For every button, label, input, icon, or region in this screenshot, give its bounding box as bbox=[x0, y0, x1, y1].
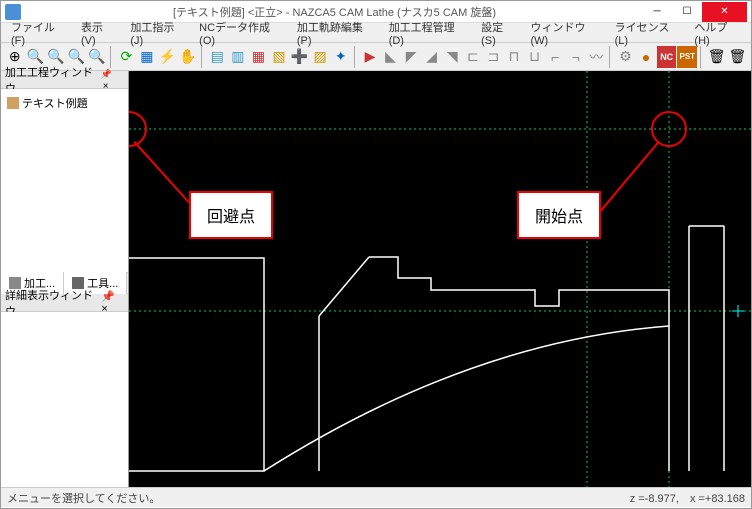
layer6-icon[interactable]: ▨ bbox=[310, 46, 330, 68]
tree-root-item[interactable]: テキスト例題 bbox=[5, 93, 124, 113]
ball-icon[interactable]: ● bbox=[636, 46, 656, 68]
folder-icon bbox=[7, 97, 19, 109]
layer1-icon[interactable]: ▤ bbox=[207, 46, 227, 68]
gear-icon[interactable]: ⚙ bbox=[616, 46, 636, 68]
detail-panel-body bbox=[1, 312, 128, 487]
status-message: メニューを選択してください。 bbox=[7, 490, 160, 506]
menubar: ファイル(F) 表示(V) 加工指示(J) NCデータ作成(O) 加工軌跡編集(… bbox=[1, 23, 751, 43]
path9-icon[interactable]: ⌐ bbox=[545, 46, 565, 68]
path3-icon[interactable]: ◢ bbox=[422, 46, 442, 68]
start-point-label: 開始点 bbox=[517, 191, 601, 239]
toolbar-separator bbox=[609, 46, 613, 68]
status-coords: z =-8.977, x =+83.168 bbox=[630, 490, 745, 506]
menu-machining[interactable]: 加工指示(J) bbox=[124, 17, 191, 49]
path5-icon[interactable]: ⊏ bbox=[463, 46, 483, 68]
menu-license[interactable]: ライセンス(L) bbox=[609, 17, 687, 49]
trash2-icon[interactable]: 🗑 bbox=[727, 46, 747, 68]
menu-ncdata[interactable]: NCデータ作成(O) bbox=[193, 17, 289, 49]
path-play-icon[interactable]: ▶ bbox=[360, 46, 380, 68]
toolbar-separator bbox=[110, 46, 114, 68]
trash1-icon[interactable]: 🗑 bbox=[707, 46, 727, 68]
statusbar: メニューを選択してください。 z =-8.977, x =+83.168 bbox=[1, 487, 751, 507]
cad-canvas[interactable]: 回避点 開始点 bbox=[129, 71, 751, 487]
avoid-point-label: 回避点 bbox=[189, 191, 273, 239]
toolbar-separator bbox=[201, 46, 205, 68]
path7-icon[interactable]: ⊓ bbox=[504, 46, 524, 68]
toolbar-separator bbox=[700, 46, 704, 68]
layer5-icon[interactable]: ➕ bbox=[290, 46, 310, 68]
layer3-icon[interactable]: ▦ bbox=[249, 46, 269, 68]
menu-settings[interactable]: 設定(S) bbox=[475, 17, 522, 49]
process-tree[interactable]: テキスト例題 bbox=[1, 89, 128, 272]
path1-icon[interactable]: ◣ bbox=[381, 46, 401, 68]
path4-icon[interactable]: ◥ bbox=[442, 46, 462, 68]
toolbar-separator bbox=[354, 46, 358, 68]
nc-icon[interactable]: NC bbox=[657, 46, 677, 68]
menu-view[interactable]: 表示(V) bbox=[75, 17, 122, 49]
menu-pathedit[interactable]: 加工軌跡編集(P) bbox=[291, 17, 381, 49]
wave-icon[interactable]: 〰 bbox=[587, 46, 607, 68]
grid-icon[interactable]: ▦ bbox=[137, 46, 157, 68]
pin-icon[interactable]: 📌 bbox=[101, 291, 115, 303]
sidebar: 加工工程ウィンドウ 📌 × テキスト例題 加工... 工具... 詳細表示ウィン… bbox=[1, 71, 129, 487]
bolt-icon[interactable]: ⚡ bbox=[158, 46, 178, 68]
path6-icon[interactable]: ⊐ bbox=[484, 46, 504, 68]
layer4-icon[interactable]: ▧ bbox=[269, 46, 289, 68]
menu-processmgr[interactable]: 加工工程管理(D) bbox=[383, 17, 473, 49]
path8-icon[interactable]: ⊔ bbox=[525, 46, 545, 68]
menu-help[interactable]: ヘルプ(H) bbox=[688, 17, 747, 49]
path10-icon[interactable]: ¬ bbox=[566, 46, 586, 68]
path2-icon[interactable]: ◤ bbox=[401, 46, 421, 68]
menu-file[interactable]: ファイル(F) bbox=[5, 17, 73, 49]
pst-icon[interactable]: PST bbox=[677, 46, 697, 68]
tree-root-label: テキスト例題 bbox=[22, 95, 88, 111]
pin-icon[interactable]: 📌 bbox=[101, 69, 112, 79]
hand-icon[interactable]: ✋ bbox=[178, 46, 198, 68]
point-icon[interactable]: ✦ bbox=[331, 46, 351, 68]
layer2-icon[interactable]: ▥ bbox=[228, 46, 248, 68]
menu-window[interactable]: ウィンドウ(W) bbox=[524, 17, 606, 49]
refresh-icon[interactable]: ⟳ bbox=[117, 46, 137, 68]
